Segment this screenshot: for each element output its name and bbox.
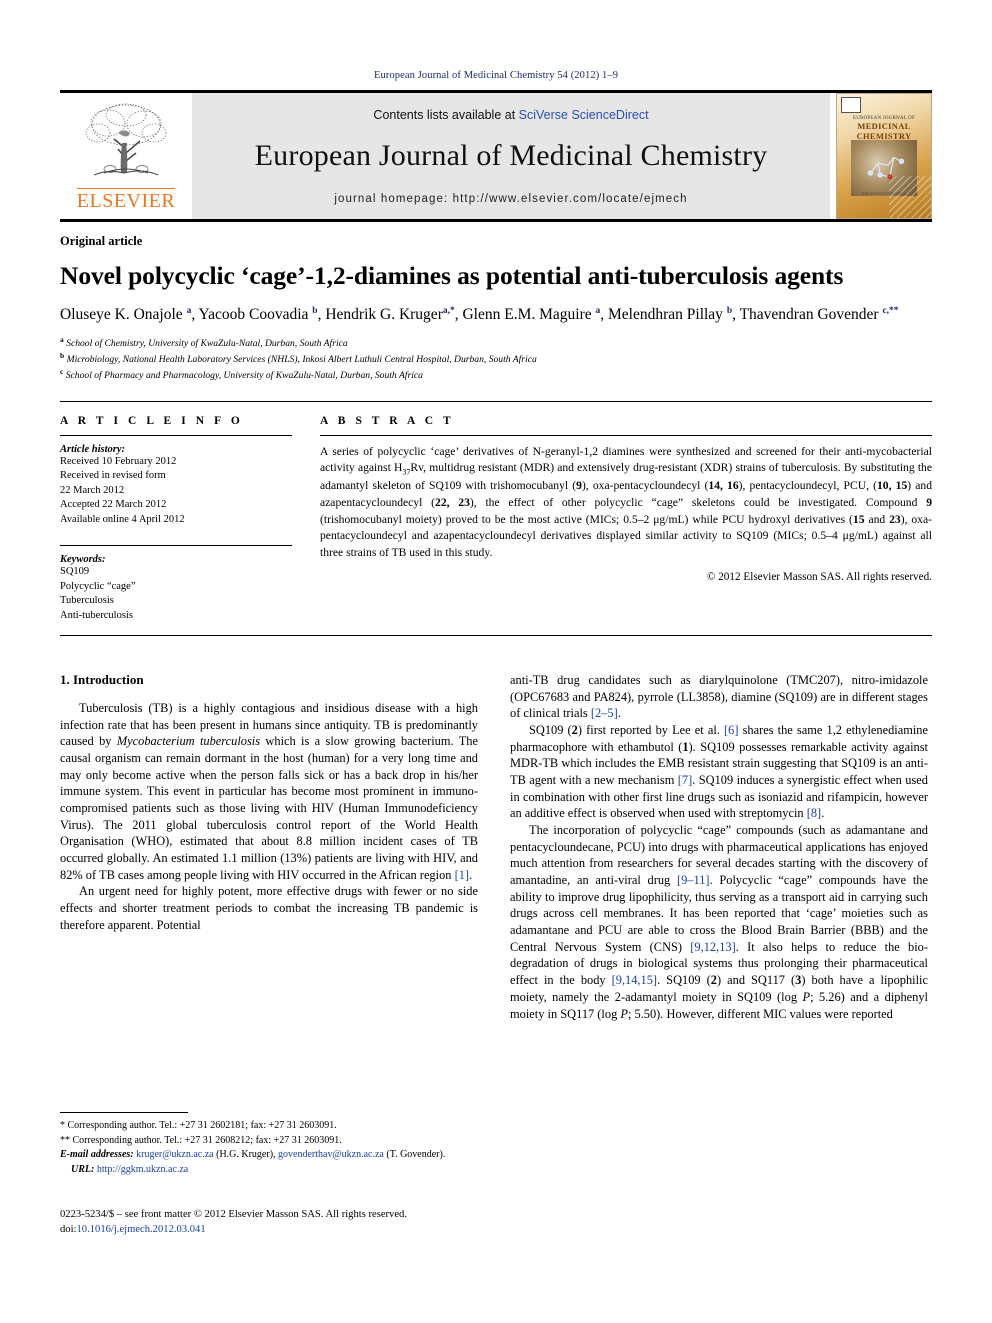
history-item: Received 10 February 2012 [60,455,177,467]
article-info-rule [60,434,292,436]
paragraph: anti-TB drug candidates such as diarylqu… [510,673,928,721]
corresponding-author-note-2: ** Corresponding author. Tel.: +27 31 26… [60,1134,342,1146]
section-heading-introduction: 1. Introduction [60,672,144,688]
article-history-title: Article history: [60,443,126,455]
article-history-list: Received 10 February 2012 Received in re… [60,455,292,527]
url-note: URL: http://ggkm.ukzn.ac.za [60,1163,478,1178]
history-item: Available online 4 April 2012 [60,513,185,525]
article-info-column: A R T I C L E I N F O Article history: R… [60,415,292,623]
contents-available-line: Contents lists available at SciVerse Sci… [373,108,648,122]
elsevier-tree-icon [85,103,167,176]
affiliation-item: a School of Chemistry, University of Kwa… [60,335,932,351]
journal-homepage-line[interactable]: journal homepage: http://www.elsevier.co… [334,193,687,205]
keyword-item: Anti-tuberculosis [60,609,133,621]
affiliation-item: b Microbiology, National Health Laborato… [60,351,932,367]
page-title: Novel polycyclic ‘cage’-1,2-diamines as … [60,261,844,290]
journal-title: European Journal of Medicinal Chemistry [254,138,768,172]
keywords-block: Keywords: SQ109 Polycyclic “cage” Tuberc… [60,545,292,623]
article-page: European Journal of Medicinal Chemistry … [0,0,992,1323]
paragraph: An urgent need for highly potent, more e… [60,884,478,932]
masthead-center: Contents lists available at SciVerse Sci… [192,93,830,219]
email-addresses-note: E-mail addresses: kruger@ukzn.ac.za (H.G… [60,1148,478,1163]
email-link-govender[interactable]: govenderthav@ukzn.ac.za [278,1149,384,1160]
paragraph: SQ109 (2) first reported by Lee et al. [… [510,723,928,821]
body-column-right: anti-TB drug candidates such as diarylqu… [510,672,928,1102]
affiliation-text: School of Chemistry, University of KwaZu… [66,338,348,350]
abstract-column: A B S T R A C T A series of polycyclic ‘… [320,415,932,623]
paragraph: Tuberculosis (TB) is a highly contagious… [60,701,478,882]
affiliation-marker: c [60,366,64,376]
contents-prefix: Contents lists available at [373,107,519,122]
running-head: European Journal of Medicinal Chemistry … [373,70,619,81]
affiliation-marker: b [60,351,65,361]
article-info-heading: A R T I C L E I N F O [60,414,244,427]
email-owner-kruger: (H.G. Kruger), [216,1149,276,1160]
body-column-left: 1. Introduction Tuberculosis (TB) is a h… [60,672,478,1102]
doi-label: doi: [60,1224,77,1236]
abstract-text: A series of polycyclic ‘cage’ derivative… [320,444,933,559]
keyword-item: SQ109 [60,566,90,578]
affiliation-item: c School of Pharmacy and Pharmacology, U… [60,367,932,383]
masthead-bottom-rule [60,219,932,222]
doi-link[interactable]: 10.1016/j.ejmech.2012.03.041 [76,1224,205,1235]
history-item: 22 March 2012 [60,484,125,496]
affiliation-marker: a [60,335,64,345]
sciencedirect-link[interactable]: SciVerse ScienceDirect [519,108,649,122]
article-type-label: Original article [60,234,143,248]
affiliation-text: Microbiology, National Health Laboratory… [66,354,537,366]
elsevier-logo: ELSEVIER [60,93,192,219]
url-link[interactable]: http://ggkm.ukzn.ac.za [97,1164,188,1175]
keywords-list: SQ109 Polycyclic “cage” Tuberculosis Ant… [60,565,292,623]
doi-line: doi:10.1016/j.ejmech.2012.03.041 [60,1222,490,1237]
issn-doi-footer: 0223-5234/$ – see front matter © 2012 El… [60,1207,490,1237]
keyword-item: Polycyclic “cage” [60,580,136,592]
cover-publisher-mark [841,97,861,113]
author-list: Oluseye K. Onajole a, Yacoob Coovadia b,… [60,306,899,324]
history-item: Accepted 22 March 2012 [60,499,167,511]
paragraph: The incorporation of polycyclic “cage” c… [510,823,929,1021]
email-addresses-label: E-mail addresses: [60,1149,134,1160]
email-link-kruger[interactable]: kruger@ukzn.ac.za [136,1149,214,1160]
corresponding-author-note-1: * Corresponding author. Tel.: +27 31 260… [60,1120,337,1131]
body-columns: 1. Introduction Tuberculosis (TB) is a h… [60,672,932,1102]
affiliation-list: a School of Chemistry, University of Kwa… [60,335,932,382]
history-item: Received in revised form [60,470,166,482]
elsevier-wordmark: ELSEVIER [76,188,176,212]
keywords-title: Keywords: [60,554,106,566]
article-info-abstract-block: A R T I C L E I N F O Article history: R… [60,400,932,623]
journal-masthead: ELSEVIER Contents lists available at Sci… [60,90,932,219]
footnote-separator-rule [60,1112,188,1113]
info-block-bottom-rule [60,635,932,637]
url-label: URL: [71,1163,95,1175]
cover-title-block: EUROPEAN JOURNAL OF MEDICINAL CHEMISTRY [837,116,931,141]
cover-corner-pattern [889,176,931,218]
abstract-heading: A B S T R A C T [320,414,455,427]
abstract-copyright: © 2012 Elsevier Masson SAS. All rights r… [706,570,932,583]
abstract-rule [320,434,932,436]
journal-cover-thumbnail: EUROPEAN JOURNAL OF MEDICINAL CHEMISTRY [836,93,932,219]
footnotes-block: * Corresponding author. Tel.: +27 31 260… [60,1112,478,1177]
issn-line: 0223-5234/$ – see front matter © 2012 El… [60,1209,407,1220]
email-owner-govender: (T. Govender). [386,1149,446,1160]
keyword-item: Tuberculosis [60,595,114,607]
affiliation-text: School of Pharmacy and Pharmacology, Uni… [65,370,423,382]
